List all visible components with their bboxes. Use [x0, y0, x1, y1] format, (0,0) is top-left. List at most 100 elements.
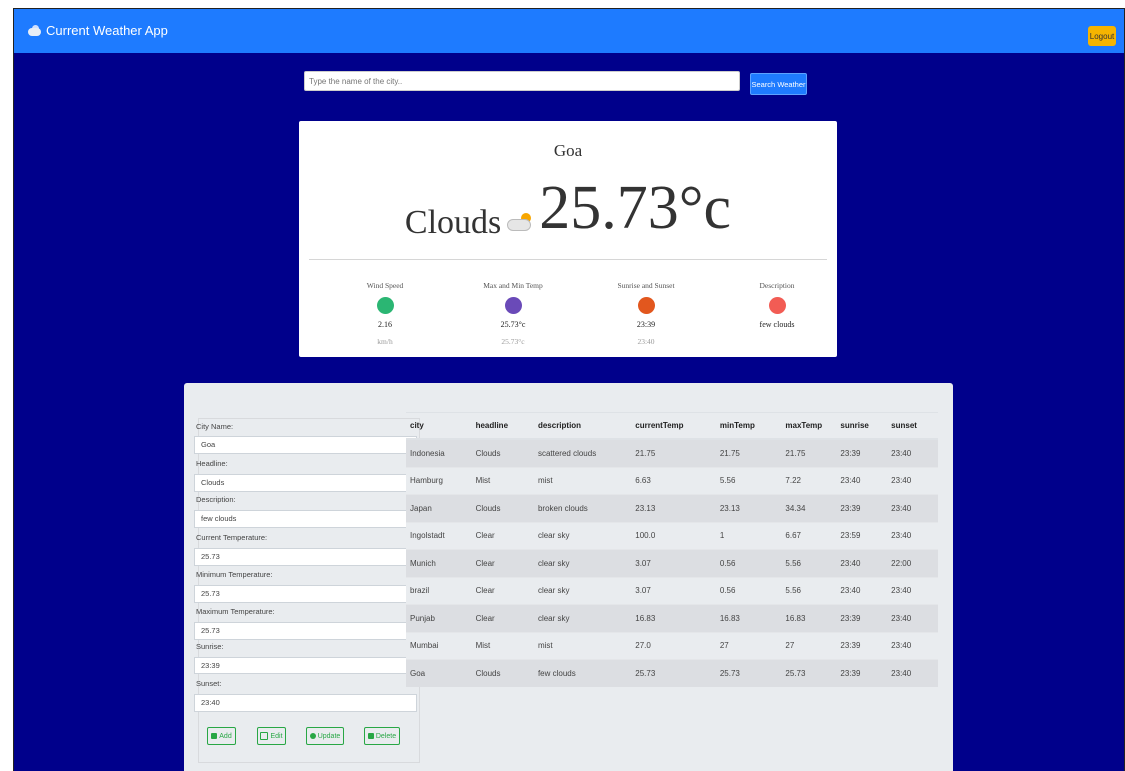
stat-title: Sunrise and Sunset — [617, 281, 675, 290]
cell: 23:40 — [887, 576, 938, 605]
sunset-field[interactable]: 23:40 — [194, 694, 417, 712]
cell: mist — [533, 466, 632, 495]
trash-icon — [367, 733, 374, 739]
city-name-field[interactable]: Goa — [194, 436, 417, 454]
stat-title: Wind Speed — [366, 281, 404, 290]
search-weather-button[interactable]: Search Weather — [750, 73, 807, 95]
cell: 23:40 — [887, 659, 938, 687]
cell: 25.73 — [631, 659, 716, 687]
cell: 0.56 — [715, 576, 782, 605]
cell: 0.56 — [715, 549, 782, 577]
edit-button[interactable]: Edit — [257, 727, 286, 745]
current-temperature-label: Current Temperature: — [196, 533, 268, 542]
table-row[interactable]: Hamburg Mist mist 6.63 5.56 7.22 23:40 23:40 — [406, 466, 938, 495]
cell: 16.83 — [631, 604, 716, 632]
cell: 23:39 — [836, 631, 888, 660]
cell: 23:39 — [836, 438, 888, 467]
cell: Punjab — [406, 604, 472, 632]
cell: clear sky — [533, 521, 632, 550]
table-row[interactable]: Indonesia Clouds scattered clouds 21.75 21.7… — [406, 438, 938, 467]
headline-label: Headline: — [196, 459, 228, 468]
city-search-input[interactable] — [304, 71, 740, 91]
cell: Clear — [471, 604, 534, 632]
table-row[interactable]: Mumbai Mist mist 27.0 27 27 23:39 23:40 — [406, 631, 938, 660]
cell: 27 — [715, 631, 782, 660]
cell: 1 — [715, 521, 782, 550]
table-row[interactable]: Japan Clouds broken clouds 23.13 23.13 34.34 2… — [406, 494, 938, 522]
cell: 23:40 — [836, 549, 888, 577]
cell: Clear — [471, 521, 534, 550]
cell: 25.73 — [715, 659, 782, 687]
column-header[interactable]: headline — [471, 412, 534, 440]
table-row[interactable]: Punjab Clear clear sky 16.83 16.83 16.83 23:39… — [406, 604, 938, 632]
delete-label: Delete — [375, 732, 397, 740]
cell: 5.56 — [781, 576, 837, 605]
cell: Mist — [471, 631, 534, 660]
update-button[interactable]: Update — [306, 727, 344, 745]
cell: 22:00 — [887, 549, 938, 577]
column-header[interactable]: currentTemp — [631, 412, 716, 440]
cell: 100.0 — [631, 521, 716, 550]
cell: Goa — [406, 659, 472, 687]
cell: Indonesia — [406, 438, 472, 467]
column-header[interactable]: city — [406, 412, 472, 440]
add-button[interactable]: Add — [207, 727, 236, 745]
weather-headline: Clouds — [404, 204, 502, 241]
sunrise-label: Sunrise: — [196, 642, 224, 651]
divider — [309, 259, 827, 260]
stat-title: Description — [759, 281, 795, 290]
current-weather-card: Goa Clouds 25.73°c Wind Speed 2.16 km/h … — [299, 121, 837, 357]
delete-button[interactable]: Delete — [364, 727, 400, 745]
partly-cloudy-icon — [507, 213, 533, 231]
table-row[interactable]: Ingolstadt Clear clear sky 100.0 1 6.67 23:59 2… — [406, 521, 938, 550]
minimum-temperature-label: Minimum Temperature: — [196, 570, 273, 579]
cell: scattered clouds — [533, 438, 632, 467]
cell: broken clouds — [533, 494, 632, 522]
column-header[interactable]: description — [533, 412, 632, 440]
table-row[interactable]: Goa Clouds few clouds 25.73 25.73 25.73 23:39 2… — [406, 659, 938, 687]
column-header[interactable]: sunset — [887, 412, 938, 440]
city-name-label: City Name: — [196, 422, 234, 431]
cell: 23:39 — [836, 659, 888, 687]
sunrise-field[interactable]: 23:39 — [194, 657, 417, 674]
stat-sub: 25.73°c — [501, 337, 525, 346]
stat-max-min-temp: Max and Min Temp 25.73°c 25.73°c — [463, 281, 563, 346]
cell: 3.07 — [631, 549, 716, 577]
navbar: Current Weather App Logout — [14, 9, 1124, 53]
stat-sub: km/h — [377, 337, 393, 346]
stat-description: Description few clouds — [727, 281, 827, 329]
current-temperature-field[interactable]: 25.73 — [194, 548, 417, 566]
cell: Ingolstadt — [406, 521, 472, 550]
cell: Clear — [471, 576, 534, 605]
cell: 5.56 — [781, 549, 837, 577]
cell: mist — [533, 631, 632, 660]
stat-value: 23:39 — [636, 320, 656, 329]
stat-sunrise-sunset: Sunrise and Sunset 23:39 23:40 — [596, 281, 696, 346]
city-name: Goa — [553, 141, 583, 160]
cell: Mumbai — [406, 631, 472, 660]
column-header[interactable]: minTemp — [715, 412, 782, 440]
cell: 6.63 — [631, 466, 716, 495]
logout-button[interactable]: Logout — [1088, 26, 1116, 46]
table-row[interactable]: Munich Clear clear sky 3.07 0.56 5.56 23:40 22:… — [406, 549, 938, 577]
current-temperature: 25.73°c — [539, 174, 732, 242]
update-label: Update — [317, 732, 341, 740]
cell: clear sky — [533, 576, 632, 605]
maximum-temperature-field[interactable]: 25.73 — [194, 622, 417, 640]
table-row[interactable]: brazil Clear clear sky 3.07 0.56 5.56 23:40 23:… — [406, 576, 938, 605]
cell: 6.67 — [781, 521, 837, 550]
brand[interactable]: Current Weather App — [28, 23, 168, 38]
description-field[interactable]: few clouds — [194, 510, 417, 528]
add-label: Add — [219, 732, 232, 740]
cloud-icon — [768, 297, 786, 314]
refresh-icon — [309, 733, 316, 739]
cell: 23:40 — [836, 576, 888, 605]
column-header[interactable]: sunrise — [836, 412, 888, 440]
minimum-temperature-field[interactable]: 25.73 — [194, 585, 417, 603]
stat-value: few clouds — [759, 320, 795, 329]
stat-value: 2.16 — [378, 320, 392, 329]
cell: 7.22 — [781, 466, 837, 495]
headline-field[interactable]: Clouds — [194, 474, 417, 492]
column-header[interactable]: maxTemp — [781, 412, 837, 440]
cell: 25.73 — [781, 659, 837, 687]
